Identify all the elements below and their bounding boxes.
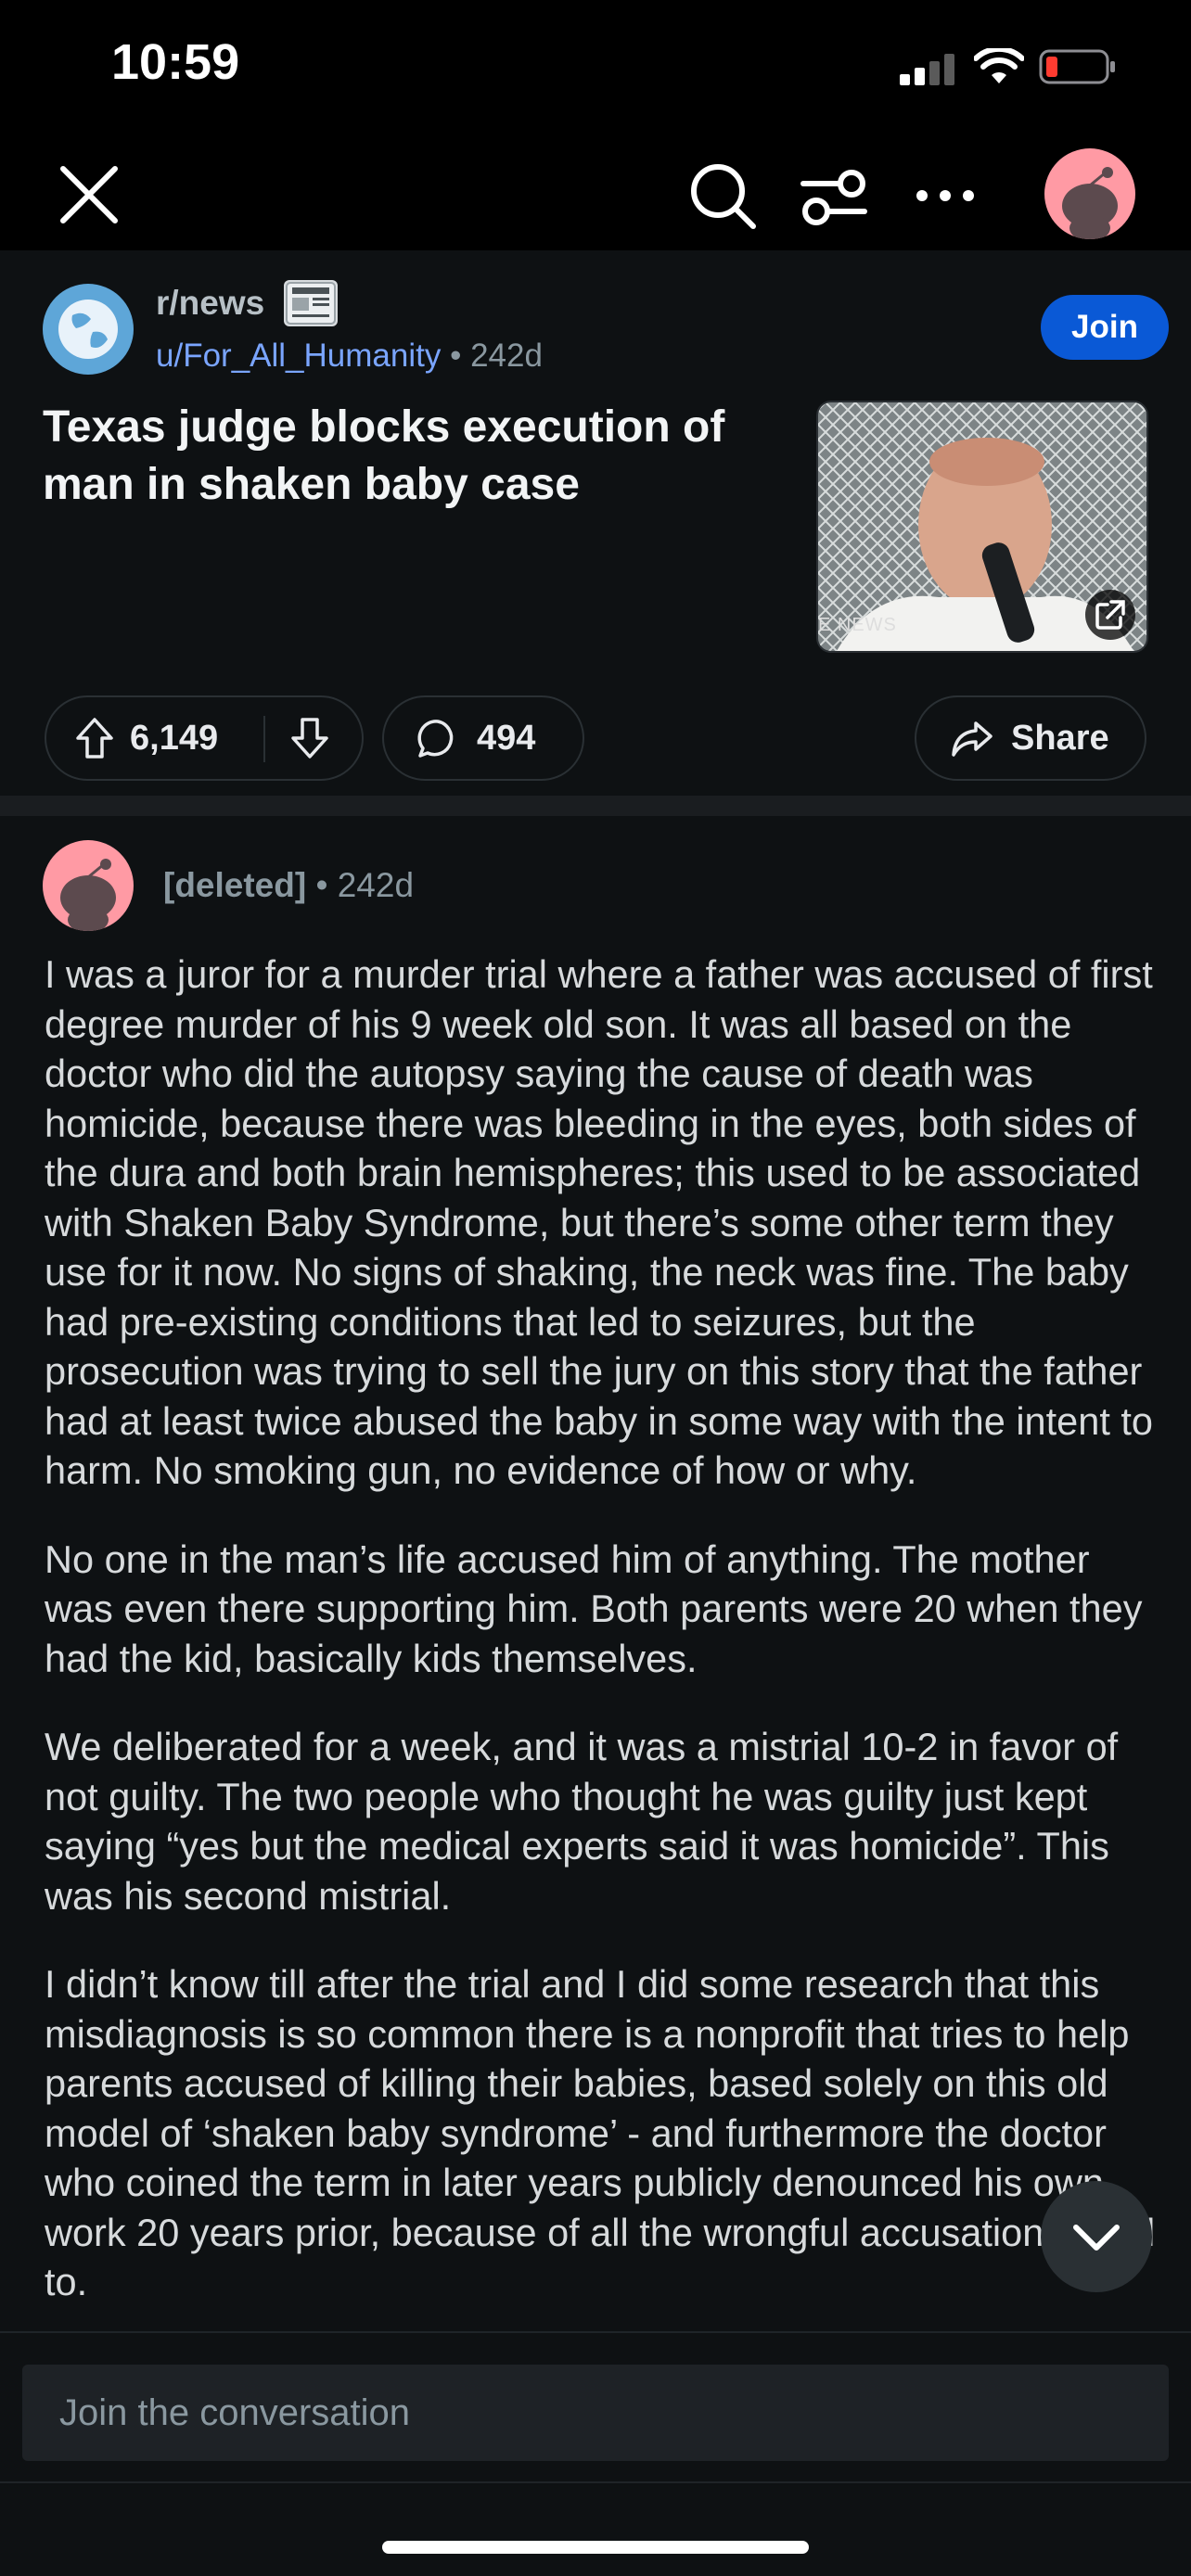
vote-divider [263, 716, 265, 762]
chevron-down-icon [1073, 2225, 1120, 2251]
comment-age: 242d [337, 866, 415, 904]
subreddit-name[interactable]: r/news [156, 284, 264, 323]
post-age: 242d [470, 338, 543, 374]
snoo-avatar-icon [1062, 167, 1118, 239]
status-time: 10:59 [111, 34, 240, 90]
comment-avatar[interactable] [43, 840, 134, 931]
top-nav [0, 139, 1191, 250]
post-author[interactable]: u/For_All_Humanity [156, 338, 441, 374]
search-icon[interactable] [686, 159, 759, 232]
meta-separator: • [315, 866, 328, 904]
section-divider [0, 796, 1191, 816]
snoo-avatar-icon [60, 859, 116, 931]
composer-top-border [0, 2331, 1191, 2333]
filter-icon[interactable] [796, 159, 872, 232]
join-button[interactable]: Join [1041, 295, 1169, 360]
comment-paragraph: No one in the man’s life accused him of … [45, 1537, 1143, 1680]
comment-icon [417, 720, 454, 758]
scroll-to-bottom-button[interactable] [1041, 2181, 1152, 2292]
share-button[interactable]: Share [915, 695, 1146, 781]
cellular-signal-icon [900, 54, 954, 85]
byline-separator: • [450, 338, 462, 374]
post-title[interactable]: Texas judge blocks execution of man in s… [43, 399, 785, 514]
comment-paragraph: I didn’t know till after the trial and I… [45, 1962, 1156, 2303]
post-thumbnail[interactable]: E NEWS [816, 401, 1148, 653]
composer-bottom-border [0, 2481, 1191, 2483]
comments-button[interactable]: 494 [382, 695, 584, 781]
comment-paragraph: I was a juror for a murder trial where a… [45, 952, 1153, 1492]
globe-icon [58, 300, 118, 359]
comment-paragraph: We deliberated for a week, and it was a … [45, 1725, 1119, 1918]
user-avatar[interactable] [1044, 148, 1135, 239]
share-label: Share [1011, 718, 1109, 758]
home-indicator[interactable] [382, 2541, 809, 2554]
post-byline: u/For_All_Humanity • 242d [156, 338, 543, 375]
comment-input[interactable]: Join the conversation [22, 2365, 1169, 2461]
comment-meta: [deleted] • 242d [163, 866, 414, 905]
close-icon[interactable] [54, 159, 124, 230]
comment-body: I was a juror for a murder trial where a… [45, 950, 1158, 2331]
more-icon[interactable] [907, 159, 983, 232]
upvote-count: 6,149 [130, 718, 219, 758]
newspaper-icon [284, 280, 338, 326]
external-link-icon [1085, 590, 1135, 640]
battery-icon [1039, 49, 1115, 84]
wifi-icon [974, 48, 1024, 83]
share-icon [952, 721, 992, 757]
upvote-icon[interactable] [74, 716, 115, 760]
vote-control: 6,149 [45, 695, 364, 781]
comment-author[interactable]: [deleted] [163, 866, 306, 904]
downvote-icon[interactable] [289, 716, 330, 760]
subreddit-icon[interactable] [43, 284, 134, 375]
thumbnail-watermark: E NEWS [818, 615, 897, 635]
comment-count: 494 [477, 718, 536, 758]
